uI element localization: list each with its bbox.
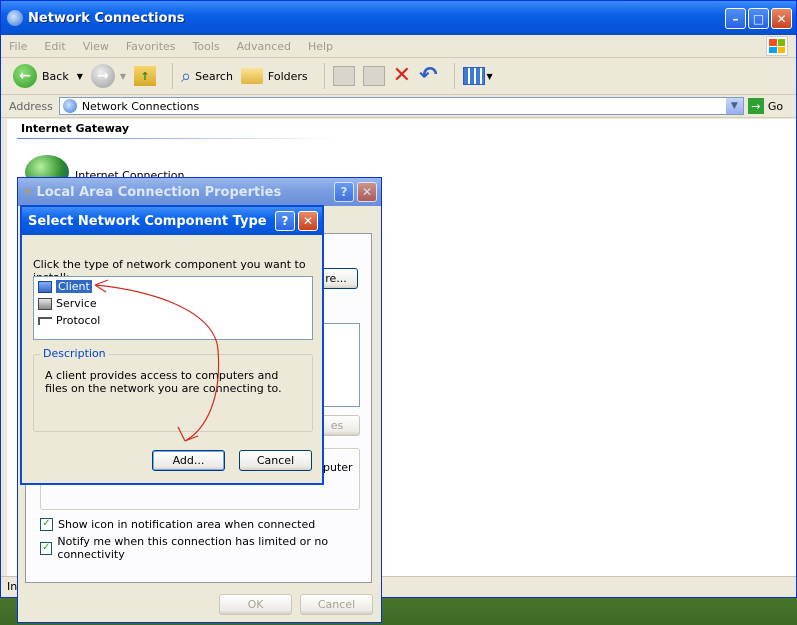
description-text: A client provides access to computers an…: [45, 369, 282, 395]
folders-icon: [240, 68, 263, 84]
address-label: Address: [9, 99, 53, 113]
configure-label: re...: [325, 272, 347, 285]
up-folder-icon: ↑: [134, 66, 157, 86]
group-divider: [17, 138, 337, 139]
back-dropdown-icon[interactable]: ▼: [77, 72, 83, 81]
show-icon-checkbox[interactable]: ✓ Show icon in notification area when co…: [40, 518, 315, 531]
copy-to-button[interactable]: [362, 66, 385, 86]
maximize-button[interactable]: □: [748, 8, 769, 29]
notify-checkbox[interactable]: ✓ Notify me when this connection has lim…: [40, 535, 381, 561]
address-value: Network Connections: [81, 99, 200, 113]
address-input[interactable]: Network Connections ▼: [58, 97, 744, 115]
views-button[interactable]: ▼: [462, 67, 493, 85]
checkbox-checked-icon: ✓: [40, 518, 53, 531]
toolbar-separator: [453, 63, 455, 89]
toolbar-separator: [323, 63, 325, 89]
address-bar: Address Network Connections ▼ → Go: [1, 95, 796, 118]
forward-dropdown-icon[interactable]: ▼: [120, 72, 126, 81]
go-button[interactable]: → Go: [747, 98, 784, 114]
menu-favorites[interactable]: Favorites: [126, 40, 176, 53]
back-arrow-icon: ←: [13, 64, 37, 88]
toolbar-separator: [172, 63, 174, 89]
group-title: Internet Gateway: [21, 122, 130, 135]
lan-dialog-title: Local Area Connection Properties: [36, 184, 282, 200]
cancel-label: Cancel: [256, 454, 295, 467]
help-button[interactable]: ?: [275, 211, 295, 231]
lan-dialog-titlebar[interactable]: ⚡ Local Area Connection Properties: [18, 178, 381, 206]
ok-button[interactable]: OK: [219, 594, 292, 615]
network-connections-icon: [62, 99, 77, 113]
address-dropdown-icon[interactable]: ▼: [725, 98, 743, 114]
go-label: Go: [767, 99, 784, 113]
lan-connection-icon: ⚡: [24, 185, 33, 199]
minimize-button[interactable]: –: [725, 8, 746, 29]
ok-label: OK: [247, 598, 264, 611]
add-button[interactable]: Add...: [152, 450, 225, 471]
close-button[interactable]: ✕: [357, 182, 377, 202]
status-text: In: [7, 580, 18, 593]
network-connections-icon: [7, 10, 23, 26]
cancel-button[interactable]: Cancel: [239, 450, 312, 471]
component-type-list[interactable]: Client Service Protocol: [33, 276, 313, 340]
description-group: Description A client provides access to …: [33, 347, 313, 432]
close-button[interactable]: ✕: [298, 211, 318, 231]
menu-advanced[interactable]: Advanced: [237, 40, 291, 53]
back-label: Back: [42, 69, 69, 83]
menu-edit[interactable]: Edit: [44, 40, 65, 53]
windows-logo-icon: [766, 36, 788, 56]
menu-bar: File Edit View Favorites Tools Advanced …: [1, 35, 796, 58]
help-button[interactable]: ?: [334, 182, 354, 202]
window-title: Network Connections: [28, 10, 185, 26]
cancel-button[interactable]: Cancel: [300, 594, 373, 615]
copy-to-icon: [362, 66, 385, 86]
service-label: Service: [56, 297, 97, 310]
up-folder-button[interactable]: ↑: [134, 66, 157, 86]
list-item-protocol[interactable]: Protocol: [34, 312, 312, 329]
menu-help[interactable]: Help: [308, 40, 333, 53]
forward-button[interactable]: → ▼: [90, 64, 126, 88]
description-legend: Description: [40, 347, 109, 360]
properties-label: es: [330, 419, 344, 432]
menu-view[interactable]: View: [83, 40, 109, 53]
protocol-network-icon: [38, 316, 52, 325]
checkbox-checked-icon: ✓: [40, 541, 53, 555]
explorer-titlebar[interactable]: Network Connections – □ ✕: [1, 1, 796, 35]
list-item-service[interactable]: Service: [34, 295, 312, 312]
close-button[interactable]: ✕: [771, 8, 792, 29]
folders-label: Folders: [267, 69, 308, 83]
undo-button[interactable]: ↶: [419, 63, 438, 88]
protocol-label: Protocol: [56, 314, 101, 327]
client-computer-icon: [38, 280, 52, 293]
list-item-client[interactable]: Client: [34, 278, 312, 295]
menu-file[interactable]: File: [9, 40, 27, 53]
notify-label: Notify me when this connection has limit…: [57, 535, 329, 561]
forward-arrow-icon: →: [90, 64, 115, 88]
go-arrow-icon: →: [747, 98, 764, 114]
search-button[interactable]: ⌕ Search: [181, 66, 233, 87]
folders-button[interactable]: Folders: [240, 68, 308, 84]
menu-tools[interactable]: Tools: [193, 40, 220, 53]
views-icon: [462, 67, 485, 85]
back-button[interactable]: ← Back ▼: [13, 64, 83, 88]
description-partial: puter: [323, 461, 353, 474]
delete-button[interactable]: ✕: [392, 63, 412, 88]
service-computer-icon: [38, 297, 52, 310]
select-dialog-title: Select Network Component Type: [28, 213, 267, 229]
views-dropdown-icon: ▼: [486, 71, 493, 81]
move-to-button[interactable]: [332, 66, 355, 86]
delete-x-icon: ✕: [392, 63, 412, 88]
search-label: Search: [195, 69, 233, 83]
select-component-dialog: Select Network Component Type ? ✕ Click …: [20, 205, 324, 485]
move-to-icon: [332, 66, 355, 86]
cancel-label: Cancel: [317, 598, 356, 611]
undo-icon: ↶: [419, 63, 438, 88]
search-icon: ⌕: [181, 65, 192, 87]
show-icon-label: Show icon in notification area when conn…: [58, 518, 316, 531]
add-label: Add...: [172, 454, 205, 467]
toolbar: ← Back ▼ → ▼ ↑ ⌕ Search Folders ✕ ↶ ▼: [1, 58, 796, 95]
client-label: Client: [56, 280, 92, 293]
